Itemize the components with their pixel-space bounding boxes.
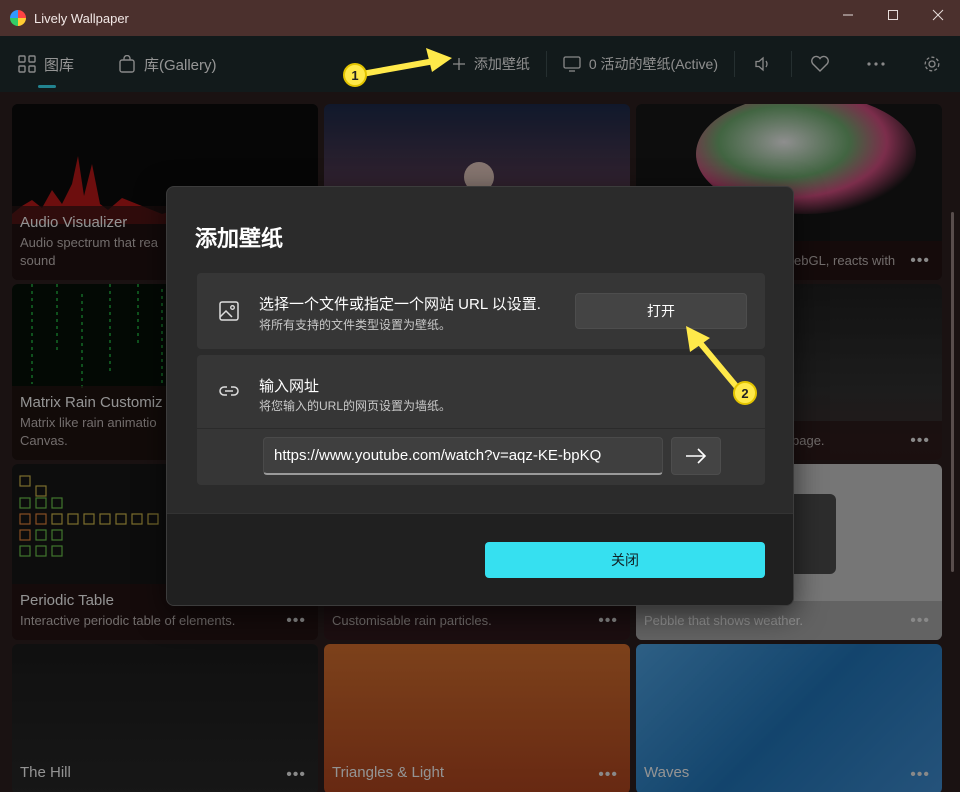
annotation-badge-1: 1 (343, 63, 367, 87)
dialog-footer: 关闭 (167, 513, 793, 605)
close-icon[interactable] (915, 0, 960, 30)
link-icon (219, 386, 239, 396)
close-dialog-button[interactable]: 关闭 (485, 542, 765, 578)
app-logo-icon (10, 10, 26, 26)
image-icon (219, 301, 239, 321)
file-section-subtext: 将所有支持的文件类型设置为壁纸。 (259, 318, 452, 332)
dialog-title: 添加壁纸 (195, 226, 284, 251)
add-wallpaper-dialog: 添加壁纸 选择一个文件或指定一个网站 URL 以设置. 将所有支持的文件类型设置… (166, 186, 794, 606)
file-select-panel: 选择一个文件或指定一个网站 URL 以设置. 将所有支持的文件类型设置为壁纸。 … (197, 273, 765, 349)
title-bar: Lively Wallpaper (0, 0, 960, 36)
maximize-icon[interactable] (870, 0, 915, 30)
panel-divider (197, 428, 765, 429)
url-section-subtext: 将您输入的URL的网页设置为墙纸。 (259, 399, 452, 413)
file-section-heading: 选择一个文件或指定一个网站 URL 以设置. (259, 296, 541, 313)
submit-url-button[interactable] (671, 437, 721, 475)
open-file-button[interactable]: 打开 (575, 293, 747, 329)
window-controls (825, 0, 960, 30)
url-panel: 输入网址 将您输入的URL的网页设置为墙纸。 (197, 355, 765, 485)
window-title: Lively Wallpaper (34, 10, 129, 26)
arrow-right-icon (686, 448, 707, 464)
url-section-heading: 输入网址 (259, 378, 320, 395)
minimize-icon[interactable] (825, 0, 870, 30)
annotation-badge-2: 2 (733, 381, 757, 405)
url-input[interactable] (263, 437, 663, 475)
